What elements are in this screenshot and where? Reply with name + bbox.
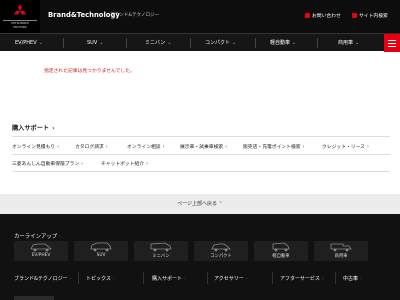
- footer-car-ev-phev[interactable]: EV/PHEV: [14, 241, 68, 261]
- nav-item-ev-phev[interactable]: EV/PHEV ⌄: [15, 34, 43, 52]
- footer-link-used-cars[interactable]: 中古車 ›: [343, 275, 362, 282]
- chevron-down-icon: ⌄: [38, 40, 43, 46]
- insurance-plan-link[interactable]: 三菱あんしん自動車保険プラン ›: [12, 160, 83, 167]
- arrow-right-icon: ›: [69, 276, 72, 282]
- nav-item-minivan[interactable]: ミニバン ⌄: [145, 34, 171, 52]
- chevron-down-icon: ⌄: [355, 40, 360, 46]
- chevron-down-icon: ⌄: [99, 40, 104, 46]
- footer-link-after-service[interactable]: アフターサービス ›: [280, 275, 324, 282]
- online-quote-link[interactable]: オンライン見積もり ›: [12, 143, 59, 150]
- car-icon: [30, 243, 52, 252]
- three-diamonds-icon: [14, 4, 26, 15]
- chevron-down-icon: ⌄: [167, 40, 172, 46]
- nav-item-suv[interactable]: SUV ⌄: [87, 34, 103, 52]
- credit-lease-link[interactable]: クレジット・リース ›: [322, 143, 369, 150]
- chevron-up-icon: ⌃: [218, 201, 223, 207]
- site-footer: カーラインアップ › EV/PHEV SUV ミニバン コンパクト 軽自動車 商用…: [0, 214, 400, 300]
- page-subtitle: ブランド&テクノロジー: [110, 13, 160, 18]
- menu-button[interactable]: [384, 34, 400, 52]
- logo-text-2: MOTORS: [13, 25, 27, 29]
- footer-bottom-bar: [14, 296, 54, 300]
- contact-link[interactable]: お問い合わせ: [305, 12, 341, 19]
- car-icon: [272, 242, 290, 252]
- arrow-right-icon: ›: [112, 276, 115, 282]
- footer-car-minivan[interactable]: ミニバン: [134, 241, 188, 261]
- footer-car-kei[interactable]: 軽自動車: [254, 241, 308, 261]
- footer-car-compact[interactable]: コンパクト: [194, 241, 248, 261]
- mitsubishi-logo[interactable]: MITSUBISHI MOTORS: [0, 0, 40, 33]
- test-drive-search-link[interactable]: 展示車・試乗車検索 ›: [180, 143, 227, 150]
- not-found-message: 指定された記事は見つかりませんでした。: [44, 69, 135, 74]
- arrow-right-icon: ›: [302, 145, 305, 150]
- chatbot-link[interactable]: チャットボット紹介 ›: [101, 160, 148, 167]
- arrow-right-icon: ›: [52, 125, 55, 132]
- footer-link-topics[interactable]: トピックス ›: [86, 275, 115, 282]
- arrow-right-icon: ›: [245, 276, 248, 282]
- footer-link-accessories[interactable]: アクセサリー ›: [214, 275, 248, 282]
- arrow-right-icon: ›: [366, 145, 369, 150]
- footer-link-brand[interactable]: ブランド&テクノロジー ›: [14, 275, 72, 282]
- lineup-heading[interactable]: カーラインアップ ›: [14, 232, 61, 240]
- site-search-link[interactable]: サイト内検索: [352, 12, 388, 19]
- arrow-right-icon: ›: [57, 145, 60, 150]
- arrow-right-icon: ›: [59, 234, 62, 240]
- footer-link-purchase-support[interactable]: 購入サポート ›: [152, 275, 186, 282]
- chevron-down-icon: ⌄: [232, 40, 237, 46]
- footer-car-commercial[interactable]: 商用車: [314, 241, 368, 261]
- arrow-right-icon: ›: [184, 276, 187, 282]
- arrow-right-icon: ›: [360, 276, 363, 282]
- page: MITSUBISHI MOTORS Brand&Technology ブランド&…: [0, 0, 400, 300]
- nav-item-commercial[interactable]: 商用車 ⌄: [338, 34, 359, 52]
- catalog-request-link[interactable]: カタログ請求 ›: [75, 143, 108, 150]
- arrow-right-icon: ›: [321, 276, 324, 282]
- arrow-right-icon: ›: [146, 162, 149, 167]
- chevron-down-icon: ⌄: [292, 40, 297, 46]
- car-icon: [90, 242, 112, 252]
- nav-item-kei[interactable]: 軽自動車 ⌄: [270, 34, 296, 52]
- arrow-right-icon: ›: [162, 145, 165, 150]
- site-header: MITSUBISHI MOTORS Brand&Technology ブランド&…: [0, 0, 400, 33]
- car-icon: [211, 243, 231, 252]
- footer-car-suv[interactable]: SUV: [74, 241, 128, 261]
- arrow-right-icon: ›: [225, 145, 228, 150]
- nav-item-compact[interactable]: コンパクト ⌄: [205, 34, 236, 52]
- car-icon: [330, 243, 352, 252]
- arrow-right-icon: ›: [105, 145, 108, 150]
- back-to-top-button[interactable]: ページ上部へ戻る ⌃: [0, 194, 400, 214]
- mail-icon: [305, 13, 310, 18]
- online-consult-link[interactable]: オンライン相談 ›: [127, 143, 165, 150]
- search-icon: [352, 13, 357, 18]
- page-title: Brand&Technology: [48, 11, 120, 19]
- arrow-right-icon: ›: [81, 162, 84, 167]
- car-icon: [150, 242, 172, 252]
- dealer-search-link[interactable]: 販売店・充電ポイント検索 ›: [243, 143, 305, 150]
- purchase-support-heading[interactable]: 購入サポート ›: [12, 123, 55, 132]
- main-nav: EV/PHEV ⌄ SUV ⌄ ミニバン ⌄ コンパクト ⌄ 軽自動車 ⌄ 商用車 ⌄: [0, 33, 400, 52]
